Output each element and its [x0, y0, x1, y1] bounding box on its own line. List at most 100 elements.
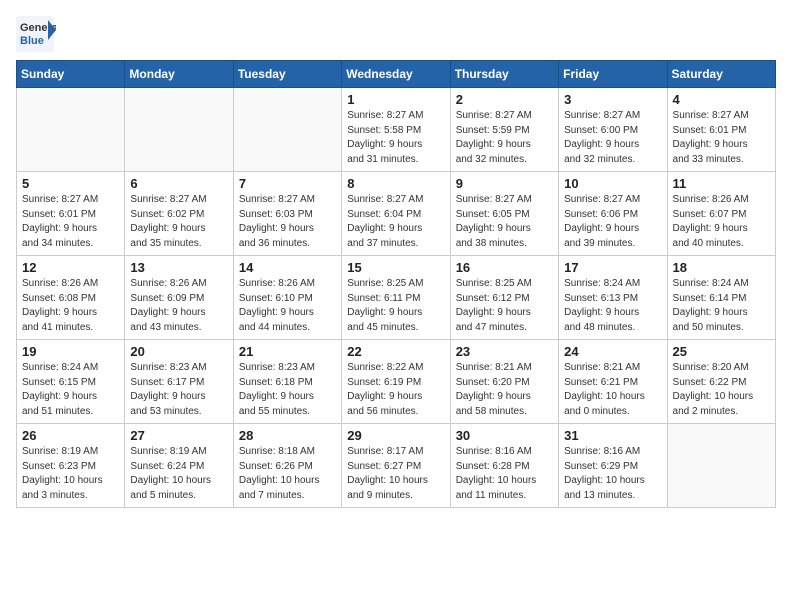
day-number: 31	[564, 428, 661, 443]
calendar-cell: 3Sunrise: 8:27 AM Sunset: 6:00 PM Daylig…	[559, 88, 667, 172]
calendar-cell: 13 Sunrise: 8:26 AM Sunset: 6:09 PM Dayli…	[125, 256, 233, 340]
day-number: 26	[22, 428, 119, 443]
day-number: 17	[564, 260, 661, 275]
calendar-cell: 21 Sunrise: 8:23 AM Sunset: 6:18 PM Dayli…	[233, 340, 341, 424]
calendar-cell: 19 Sunrise: 8:24 AM Sunset: 6:15 PM Dayli…	[17, 340, 125, 424]
calendar-cell: 22 Sunrise: 8:22 AM Sunset: 6:19 PM Dayli…	[342, 340, 450, 424]
day-number: 11	[673, 176, 770, 191]
day-number: 16	[456, 260, 553, 275]
weekday-header-thursday: Thursday	[450, 61, 558, 88]
day-info: Sunrise: 8:24 AM Sunset: 6:13 PM Dayligh…	[564, 277, 661, 335]
day-info: Sunrise: 8:24 AM Sunset: 6:14 PM Dayligh…	[673, 277, 770, 335]
weekday-header-row: SundayMondayTuesdayWednesdayThursdayFrid…	[17, 61, 776, 88]
calendar-cell: 20 Sunrise: 8:23 AM Sunset: 6:17 PM Dayli…	[125, 340, 233, 424]
day-info: Sunrise: 8:21 AM Sunset: 6:21 PM Dayligh…	[564, 361, 661, 419]
calendar-cell	[667, 424, 775, 508]
day-info: Sunrise: 8:27 AM Sunset: 6:06 PM Dayligh…	[564, 193, 661, 251]
calendar-cell	[233, 88, 341, 172]
page-header: General Blue	[16, 16, 776, 52]
calendar-cell: 14Sunrise: 8:26 AM Sunset: 6:10 PM Dayli…	[233, 256, 341, 340]
day-info: Sunrise: 8:16 AM Sunset: 6:28 PM Dayligh…	[456, 445, 553, 503]
day-info: Sunrise: 8:17 AM Sunset: 6:27 PM Dayligh…	[347, 445, 444, 503]
calendar-week-row: 1 Sunrise: 8:27 AM Sunset: 5:58 PM Daylig…	[17, 88, 776, 172]
calendar-cell: 11 Sunrise: 8:26 AM Sunset: 6:07 PM Dayli…	[667, 172, 775, 256]
calendar-cell: 17 Sunrise: 8:24 AM Sunset: 6:13 PM Dayli…	[559, 256, 667, 340]
day-info: Sunrise: 8:25 AM Sunset: 6:11 PM Dayligh…	[347, 277, 444, 335]
day-info: Sunrise: 8:23 AM Sunset: 6:18 PM Dayligh…	[239, 361, 336, 419]
calendar-cell	[125, 88, 233, 172]
day-number: 8	[347, 176, 444, 191]
day-number: 15	[347, 260, 444, 275]
day-number: 1	[347, 92, 444, 107]
calendar-cell: 8Sunrise: 8:27 AM Sunset: 6:04 PM Daylig…	[342, 172, 450, 256]
calendar-cell: 29 Sunrise: 8:17 AM Sunset: 6:27 PM Dayli…	[342, 424, 450, 508]
calendar-cell	[17, 88, 125, 172]
calendar-cell: 31 Sunrise: 8:16 AM Sunset: 6:29 PM Dayli…	[559, 424, 667, 508]
logo: General Blue	[16, 16, 56, 52]
day-number: 29	[347, 428, 444, 443]
day-info: Sunrise: 8:27 AM Sunset: 6:02 PM Dayligh…	[130, 193, 227, 251]
day-number: 5	[22, 176, 119, 191]
svg-text:Blue: Blue	[20, 35, 44, 47]
day-info: Sunrise: 8:21 AM Sunset: 6:20 PM Dayligh…	[456, 361, 553, 419]
day-number: 9	[456, 176, 553, 191]
calendar-cell: 12Sunrise: 8:26 AM Sunset: 6:08 PM Dayli…	[17, 256, 125, 340]
day-number: 10	[564, 176, 661, 191]
calendar-cell: 23 Sunrise: 8:21 AM Sunset: 6:20 PM Dayli…	[450, 340, 558, 424]
day-number: 19	[22, 344, 119, 359]
day-info: Sunrise: 8:27 AM Sunset: 6:00 PM Dayligh…	[564, 109, 661, 167]
day-number: 30	[456, 428, 553, 443]
day-info: Sunrise: 8:27 AM Sunset: 6:01 PM Dayligh…	[673, 109, 770, 167]
day-number: 24	[564, 344, 661, 359]
weekday-header-wednesday: Wednesday	[342, 61, 450, 88]
day-number: 6	[130, 176, 227, 191]
calendar-cell: 18 Sunrise: 8:24 AM Sunset: 6:14 PM Dayli…	[667, 256, 775, 340]
weekday-header-tuesday: Tuesday	[233, 61, 341, 88]
calendar-cell: 7 Sunrise: 8:27 AM Sunset: 6:03 PM Daylig…	[233, 172, 341, 256]
day-info: Sunrise: 8:27 AM Sunset: 5:58 PM Dayligh…	[347, 109, 444, 167]
day-info: Sunrise: 8:20 AM Sunset: 6:22 PM Dayligh…	[673, 361, 770, 419]
weekday-header-sunday: Sunday	[17, 61, 125, 88]
calendar-cell: 2 Sunrise: 8:27 AM Sunset: 5:59 PM Daylig…	[450, 88, 558, 172]
day-info: Sunrise: 8:27 AM Sunset: 6:03 PM Dayligh…	[239, 193, 336, 251]
calendar-cell: 26 Sunrise: 8:19 AM Sunset: 6:23 PM Dayli…	[17, 424, 125, 508]
calendar-week-row: 12Sunrise: 8:26 AM Sunset: 6:08 PM Dayli…	[17, 256, 776, 340]
calendar-week-row: 26 Sunrise: 8:19 AM Sunset: 6:23 PM Dayli…	[17, 424, 776, 508]
day-info: Sunrise: 8:24 AM Sunset: 6:15 PM Dayligh…	[22, 361, 119, 419]
day-info: Sunrise: 8:27 AM Sunset: 5:59 PM Dayligh…	[456, 109, 553, 167]
day-info: Sunrise: 8:26 AM Sunset: 6:08 PM Dayligh…	[22, 277, 119, 335]
day-number: 14	[239, 260, 336, 275]
calendar-cell: 30 Sunrise: 8:16 AM Sunset: 6:28 PM Dayli…	[450, 424, 558, 508]
weekday-header-friday: Friday	[559, 61, 667, 88]
calendar-cell: 5 Sunrise: 8:27 AM Sunset: 6:01 PM Daylig…	[17, 172, 125, 256]
weekday-header-monday: Monday	[125, 61, 233, 88]
day-number: 22	[347, 344, 444, 359]
calendar-week-row: 5 Sunrise: 8:27 AM Sunset: 6:01 PM Daylig…	[17, 172, 776, 256]
day-info: Sunrise: 8:26 AM Sunset: 6:07 PM Dayligh…	[673, 193, 770, 251]
day-info: Sunrise: 8:27 AM Sunset: 6:01 PM Dayligh…	[22, 193, 119, 251]
calendar-cell: 25 Sunrise: 8:20 AM Sunset: 6:22 PM Dayli…	[667, 340, 775, 424]
day-number: 13	[130, 260, 227, 275]
day-info: Sunrise: 8:19 AM Sunset: 6:24 PM Dayligh…	[130, 445, 227, 503]
day-number: 25	[673, 344, 770, 359]
day-info: Sunrise: 8:25 AM Sunset: 6:12 PM Dayligh…	[456, 277, 553, 335]
day-info: Sunrise: 8:26 AM Sunset: 6:09 PM Dayligh…	[130, 277, 227, 335]
day-number: 18	[673, 260, 770, 275]
day-info: Sunrise: 8:22 AM Sunset: 6:19 PM Dayligh…	[347, 361, 444, 419]
calendar-cell: 24 Sunrise: 8:21 AM Sunset: 6:21 PM Dayli…	[559, 340, 667, 424]
day-number: 7	[239, 176, 336, 191]
day-info: Sunrise: 8:19 AM Sunset: 6:23 PM Dayligh…	[22, 445, 119, 503]
calendar-cell: 4Sunrise: 8:27 AM Sunset: 6:01 PM Daylig…	[667, 88, 775, 172]
calendar-cell: 9Sunrise: 8:27 AM Sunset: 6:05 PM Daylig…	[450, 172, 558, 256]
day-number: 2	[456, 92, 553, 107]
calendar-table: SundayMondayTuesdayWednesdayThursdayFrid…	[16, 60, 776, 508]
calendar-cell: 16 Sunrise: 8:25 AM Sunset: 6:12 PM Dayli…	[450, 256, 558, 340]
calendar-cell: 28Sunrise: 8:18 AM Sunset: 6:26 PM Dayli…	[233, 424, 341, 508]
day-number: 20	[130, 344, 227, 359]
calendar-cell: 1 Sunrise: 8:27 AM Sunset: 5:58 PM Daylig…	[342, 88, 450, 172]
day-number: 21	[239, 344, 336, 359]
calendar-week-row: 19 Sunrise: 8:24 AM Sunset: 6:15 PM Dayli…	[17, 340, 776, 424]
day-number: 23	[456, 344, 553, 359]
day-info: Sunrise: 8:23 AM Sunset: 6:17 PM Dayligh…	[130, 361, 227, 419]
day-info: Sunrise: 8:16 AM Sunset: 6:29 PM Dayligh…	[564, 445, 661, 503]
